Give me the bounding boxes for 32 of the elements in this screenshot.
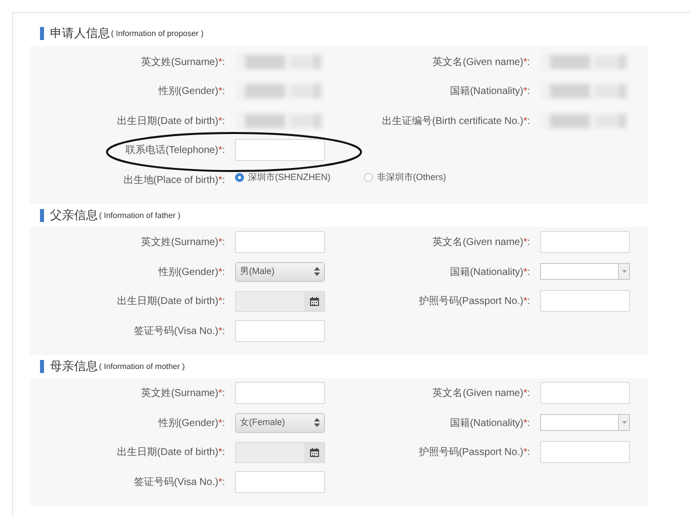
- field-label: 出生地(Place of birth)*:: [122, 174, 225, 187]
- field-label: 出生证编号(Birth certificate No.)*:: [381, 114, 530, 128]
- field-label: 出生日期(Date of birth)*:: [116, 114, 225, 128]
- field-label: 国籍(Nationality)*:: [448, 416, 530, 430]
- gender-select[interactable]: 男(Male): [235, 262, 325, 282]
- section-title: 申请人信息: [50, 25, 110, 42]
- field-label: 护照号码(Passport No.)*:: [418, 446, 530, 460]
- field-label: 性别(Gender)*:: [157, 266, 225, 279]
- radio-option[interactable]: 非深圳市(Others): [364, 171, 477, 184]
- field-label: 签证号码(Visa No.)*:: [133, 476, 225, 489]
- field-label: 英文姓(Surname)*:: [140, 236, 225, 250]
- section-subtitle: ( Information of proposer ): [111, 29, 204, 38]
- field-label: 英文名(Given name)*:: [432, 236, 530, 250]
- field-label: 护照号码(Passport No.)*:: [418, 294, 530, 308]
- gender-select[interactable]: 女(Female): [235, 412, 325, 433]
- field-label: 英文姓(Surname)*:: [140, 56, 225, 69]
- section-subtitle: ( Information of father ): [99, 210, 180, 220]
- field-label: 国籍(Nationality)*:: [448, 85, 530, 98]
- field-label: 出生日期(Date of birth)*:: [116, 294, 225, 308]
- field-label: 联系电话(Telephone)*:: [124, 144, 225, 158]
- field-label: 性别(Gender)*:: [157, 416, 225, 430]
- field-label: 英文名(Given name)*:: [432, 56, 530, 69]
- section-title: 母亲信息: [50, 358, 98, 374]
- radio-option[interactable]: 深圳市(SHENZHEN): [235, 171, 348, 184]
- field-label: 英文姓(Surname)*:: [140, 386, 225, 400]
- field-label: 出生日期(Date of birth)*:: [116, 446, 225, 460]
- section-title: 父亲信息: [50, 206, 98, 224]
- field-label: 国籍(Nationality)*:: [448, 266, 530, 279]
- field-label: 英文名(Given name)*:: [432, 386, 530, 400]
- field-label: 性别(Gender)*:: [157, 84, 225, 98]
- field-label: 签证号码(Visa No.)*:: [133, 324, 225, 338]
- section-subtitle: ( Information of mother ): [99, 362, 185, 370]
